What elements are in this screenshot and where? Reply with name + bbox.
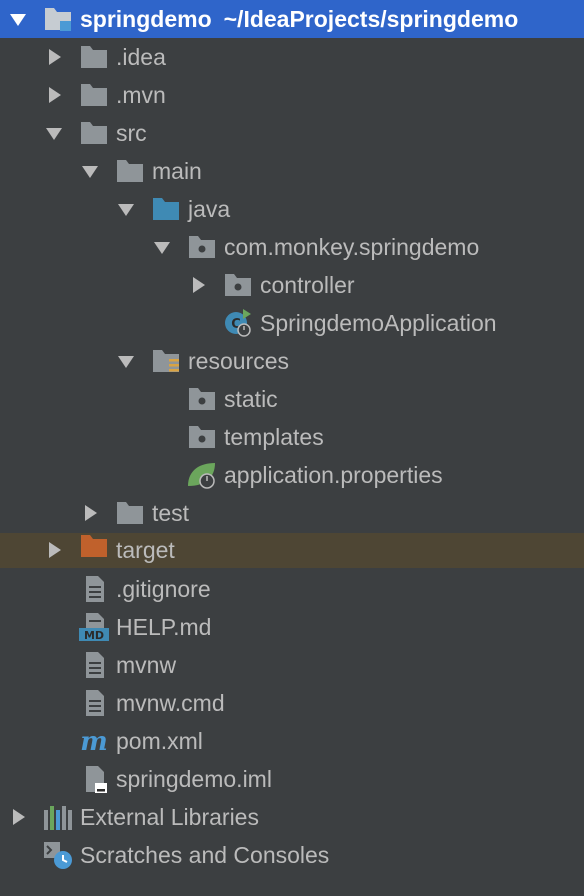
resources-folder-icon	[153, 350, 179, 372]
spring-boot-class-icon: C	[225, 309, 251, 337]
tree-label: mvnw	[116, 652, 177, 678]
expanded-arrow-icon[interactable]	[6, 0, 30, 38]
tree-row-main[interactable]: main	[0, 152, 584, 190]
tree-label: application.properties	[224, 462, 443, 488]
svg-text:MD: MD	[84, 629, 104, 642]
tree-label: SpringdemoApplication	[260, 310, 497, 336]
tree-row-help-md[interactable]: MD HELP.md	[0, 608, 584, 646]
svg-text:m: m	[80, 727, 108, 756]
maven-icon: m	[80, 727, 108, 756]
tree-row-resources[interactable]: resources	[0, 342, 584, 380]
tree-row-springdemo[interactable]: springdemo ~/IdeaProjects/springdemo	[0, 0, 584, 38]
module-folder-icon	[45, 8, 71, 31]
tree-label: mvnw.cmd	[116, 690, 225, 716]
expanded-arrow-icon[interactable]	[42, 114, 66, 152]
collapsed-arrow-icon[interactable]	[42, 38, 66, 76]
tree-label: java	[188, 196, 231, 222]
tree-label: pom.xml	[116, 728, 203, 754]
tree-label: HELP.md	[116, 614, 212, 640]
expanded-arrow-icon[interactable]	[114, 190, 138, 228]
tree-row-idea[interactable]: .idea	[0, 38, 584, 76]
source-root-icon	[153, 198, 179, 220]
markdown-file-icon: MD	[79, 613, 109, 642]
tree-label: com.monkey.springdemo	[224, 234, 480, 260]
tree-row-test[interactable]: test	[0, 494, 584, 532]
text-file-icon	[86, 652, 104, 678]
project-tree: springdemo ~/IdeaProjects/springdemo .ide…	[0, 0, 584, 896]
tree-row-mvn[interactable]: .mvn	[0, 76, 584, 114]
collapsed-arrow-icon[interactable]	[78, 494, 102, 532]
tree-label: static	[224, 386, 278, 412]
package-icon	[189, 236, 215, 258]
tree-row-application-properties[interactable]: application.properties	[0, 456, 584, 494]
tree-label: test	[152, 500, 190, 526]
tree-label: controller	[260, 272, 355, 298]
spring-properties-icon	[188, 463, 215, 489]
expanded-arrow-icon[interactable]	[78, 152, 102, 190]
tree-row-java[interactable]: java	[0, 190, 584, 228]
tree-label: main	[152, 158, 202, 184]
tree-row-static[interactable]: static	[0, 380, 584, 418]
tree-label: .mvn	[116, 82, 166, 108]
tree-row-templates[interactable]: templates	[0, 418, 584, 456]
package-icon	[189, 426, 215, 448]
package-icon	[189, 388, 215, 410]
expanded-arrow-icon[interactable]	[114, 342, 138, 380]
tree-row-gitignore[interactable]: .gitignore	[0, 570, 584, 608]
tree-row-pom-xml[interactable]: m pom.xml	[0, 722, 584, 760]
tree-row-scratches[interactable]: Scratches and Consoles	[0, 836, 584, 874]
folder-icon	[81, 122, 107, 144]
folder-icon	[81, 84, 107, 106]
tree-row-springdemo-iml[interactable]: springdemo.iml	[0, 760, 584, 798]
tree-label: Scratches and Consoles	[80, 842, 330, 868]
iml-file-icon	[86, 766, 107, 793]
scratches-icon	[44, 842, 72, 869]
tree-label: resources	[188, 348, 289, 374]
collapsed-arrow-icon[interactable]	[186, 266, 210, 304]
tree-row-src[interactable]: src	[0, 114, 584, 152]
tree-label: target	[116, 537, 175, 563]
excluded-folder-icon	[81, 535, 107, 557]
expanded-arrow-icon[interactable]	[150, 228, 174, 266]
tree-label: src	[116, 120, 147, 146]
tree-row-springdemo-application[interactable]: C SpringdemoApplication	[0, 304, 584, 342]
package-icon	[225, 274, 251, 296]
tree-row-external-libraries[interactable]: External Libraries	[0, 798, 584, 836]
collapsed-arrow-icon[interactable]	[6, 798, 30, 836]
text-file-icon	[86, 576, 104, 602]
tree-label: External Libraries	[80, 804, 259, 830]
tree-row-target[interactable]: target	[0, 533, 584, 568]
tree-label-root: springdemo ~/IdeaProjects/springdemo	[80, 6, 519, 32]
text-file-icon	[86, 690, 104, 716]
libraries-icon	[44, 806, 72, 830]
tree-row-controller[interactable]: controller	[0, 266, 584, 304]
tree-label: .gitignore	[116, 576, 211, 602]
collapsed-arrow-icon[interactable]	[42, 531, 66, 569]
collapsed-arrow-icon[interactable]	[42, 76, 66, 114]
tree-label: .idea	[116, 44, 166, 70]
tree-label: templates	[224, 424, 324, 450]
tree-row-mvnw[interactable]: mvnw	[0, 646, 584, 684]
tree-row-package[interactable]: com.monkey.springdemo	[0, 228, 584, 266]
folder-icon	[117, 502, 143, 524]
folder-icon	[81, 46, 107, 68]
tree-label: springdemo.iml	[116, 766, 272, 792]
folder-icon	[117, 160, 143, 182]
tree-row-mvnw-cmd[interactable]: mvnw.cmd	[0, 684, 584, 722]
